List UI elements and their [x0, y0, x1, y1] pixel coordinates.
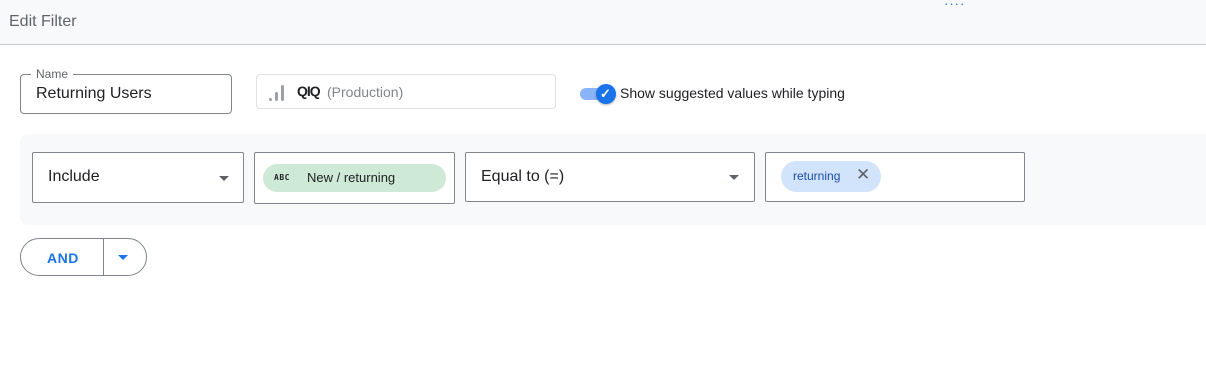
chevron-down-icon	[219, 176, 229, 181]
dimension-field[interactable]: ABC New / returning	[254, 152, 455, 204]
text-type-icon: ABC	[274, 173, 290, 182]
operator-select-value: Equal to (=)	[481, 168, 565, 185]
dimension-chip[interactable]: ABC New / returning	[263, 164, 446, 192]
and-button-label: AND	[47, 250, 79, 266]
data-source-name: QIQ	[297, 83, 321, 99]
more-dots-icon[interactable]: ····	[944, 0, 965, 10]
value-field[interactable]: returning ✕	[765, 152, 1025, 202]
suggest-toggle-label: Show suggested values while typing	[620, 85, 845, 101]
and-button[interactable]: AND	[21, 239, 104, 275]
value-chip-label: returning	[793, 169, 841, 183]
data-source-field: QIQ (Production)	[256, 74, 556, 109]
and-menu-button[interactable]	[104, 239, 146, 275]
dimension-chip-label: New / returning	[307, 170, 396, 185]
name-field-label: Name	[31, 67, 74, 81]
chevron-down-icon	[118, 255, 128, 260]
value-chip[interactable]: returning ✕	[781, 161, 881, 192]
suggest-toggle[interactable]: ✓	[579, 84, 617, 104]
close-icon[interactable]: ✕	[856, 165, 870, 185]
dialog-header: Edit Filter ····	[0, 0, 1206, 45]
operator-select[interactable]: Equal to (=)	[465, 152, 755, 202]
toggle-knob: ✓	[596, 84, 616, 104]
page-title: Edit Filter	[9, 13, 77, 30]
name-field[interactable]: Name Returning Users	[20, 67, 232, 114]
data-source-env: (Production)	[327, 84, 404, 100]
name-field-value[interactable]: Returning Users	[36, 85, 152, 103]
include-select-value: Include	[48, 168, 100, 185]
check-icon: ✓	[600, 86, 611, 101]
include-select[interactable]: Include	[32, 152, 244, 203]
and-button-group: AND	[20, 238, 147, 276]
chevron-down-icon	[729, 175, 739, 180]
analytics-bars-icon	[269, 85, 284, 101]
